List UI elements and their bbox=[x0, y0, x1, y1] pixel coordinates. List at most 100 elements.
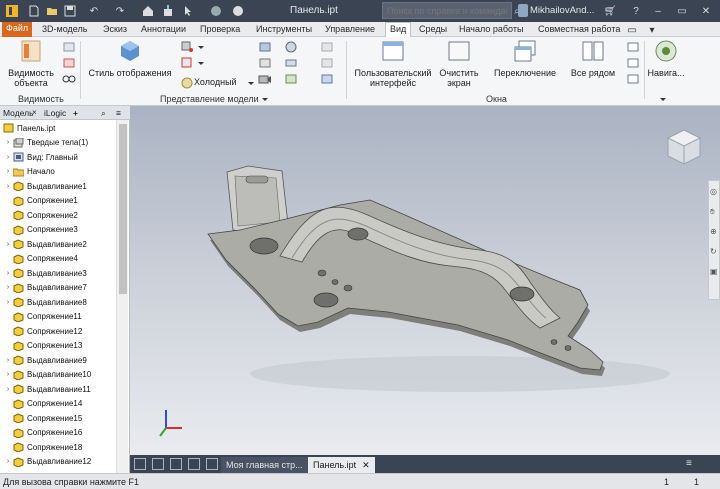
tile-windows-icon[interactable] bbox=[134, 458, 146, 470]
search-icon[interactable]: ⌕ bbox=[101, 108, 106, 119]
view-rep-icon[interactable] bbox=[320, 73, 334, 85]
reflections-icon[interactable] bbox=[180, 57, 194, 69]
tree-item[interactable]: › Выдавливание11 bbox=[0, 382, 116, 396]
switch-window-button[interactable]: Переключение bbox=[490, 39, 560, 78]
expand-arrow-icon[interactable]: › bbox=[4, 386, 12, 393]
expand-arrow-icon[interactable]: › bbox=[4, 284, 12, 291]
tree-item[interactable]: › Выдавливание3 bbox=[0, 266, 116, 280]
user-name[interactable]: MikhailovAnd... bbox=[530, 5, 594, 16]
tree-item[interactable]: › Твердые тела(1) bbox=[0, 136, 116, 150]
expand-arrow-icon[interactable]: › bbox=[4, 299, 12, 306]
ribbon-minimize-icon[interactable]: ▾ bbox=[644, 22, 660, 38]
navigation-button[interactable]: Навига... bbox=[646, 39, 686, 78]
tab-get-started[interactable]: Начало работы bbox=[459, 23, 523, 37]
user-interface-button[interactable]: Пользовательский интерфейс bbox=[352, 39, 434, 88]
tab-view[interactable]: Вид bbox=[385, 22, 412, 37]
ribbon-options-icon[interactable]: ▭ bbox=[624, 22, 640, 38]
undo-icon[interactable]: ↶ bbox=[86, 3, 102, 19]
tree-item[interactable]: Сопряжение13 bbox=[0, 339, 116, 353]
camera-icon[interactable] bbox=[258, 73, 272, 85]
ray-tracing-icon[interactable] bbox=[284, 41, 298, 53]
steering-wheel-icon[interactable]: ◎ bbox=[710, 187, 717, 196]
tab-file[interactable]: Файл bbox=[2, 22, 33, 37]
browser-scrollbar[interactable] bbox=[116, 120, 128, 473]
expand-arrow-icon[interactable]: › bbox=[4, 458, 12, 465]
tree-item[interactable]: Сопряжение1 bbox=[0, 194, 116, 208]
half-section-icon[interactable] bbox=[320, 57, 334, 69]
tree-item[interactable]: › Начало bbox=[0, 165, 116, 179]
arrange-windows-icon[interactable] bbox=[170, 458, 182, 470]
part-model[interactable] bbox=[130, 106, 720, 455]
tab-sketch[interactable]: Эскиз bbox=[103, 23, 127, 37]
select-icon[interactable] bbox=[180, 3, 196, 19]
material-icon[interactable] bbox=[208, 3, 224, 19]
display-style-button[interactable]: Стиль отображения bbox=[86, 39, 174, 78]
tree-item[interactable]: › Выдавливание10 bbox=[0, 368, 116, 382]
tile-vertical-icon[interactable] bbox=[188, 458, 200, 470]
tab-environments[interactable]: Среды bbox=[419, 23, 447, 37]
cascade-icon[interactable] bbox=[626, 73, 640, 85]
expand-arrow-icon[interactable]: › bbox=[4, 168, 12, 175]
tree-item[interactable]: › Выдавливание8 bbox=[0, 295, 116, 309]
tab-manage[interactable]: Управление bbox=[325, 23, 375, 37]
orthographic-icon[interactable] bbox=[258, 57, 272, 69]
graphics-window[interactable] bbox=[130, 106, 720, 455]
tab-inspect[interactable]: Проверка bbox=[200, 23, 240, 37]
appearance-override-icon[interactable] bbox=[320, 41, 334, 53]
orbit-icon[interactable]: ↻ bbox=[710, 247, 717, 256]
shadows-icon[interactable] bbox=[180, 41, 194, 53]
look-at-icon[interactable]: ▣ bbox=[710, 267, 718, 276]
tree-item[interactable]: Сопряжение12 bbox=[0, 324, 116, 338]
tree-item[interactable]: › Выдавливание7 bbox=[0, 281, 116, 295]
tab-menu-icon[interactable]: ≡ bbox=[686, 458, 692, 469]
cascade-windows-icon[interactable] bbox=[152, 458, 164, 470]
clean-screen-button[interactable]: Очистить экран bbox=[434, 39, 484, 88]
tree-item[interactable]: Сопряжение15 bbox=[0, 411, 116, 425]
minimize-icon[interactable]: – bbox=[650, 3, 666, 19]
save-icon[interactable] bbox=[62, 3, 78, 19]
close-icon[interactable]: ✕ bbox=[362, 460, 370, 470]
tree-item[interactable]: Сопряжение4 bbox=[0, 252, 116, 266]
redo-icon[interactable]: ↷ bbox=[112, 3, 128, 19]
expand-arrow-icon[interactable]: › bbox=[4, 371, 12, 378]
tab-3d-model[interactable]: 3D-модель bbox=[42, 23, 87, 37]
expand-arrow-icon[interactable]: › bbox=[4, 139, 12, 146]
tree-item[interactable]: › Выдавливание2 bbox=[0, 237, 116, 251]
expand-arrow-icon[interactable]: › bbox=[4, 183, 12, 190]
home-icon[interactable] bbox=[140, 3, 156, 19]
scrollbar-thumb[interactable] bbox=[119, 124, 127, 294]
tree-item[interactable]: Сопряжение11 bbox=[0, 310, 116, 324]
tab-ilogic[interactable]: iLogic bbox=[44, 108, 66, 118]
zoom-icon[interactable]: ⊕ bbox=[710, 227, 717, 236]
update-icon[interactable] bbox=[160, 3, 176, 19]
tab-model[interactable]: Модель bbox=[3, 108, 34, 118]
texture-icon[interactable] bbox=[284, 73, 298, 85]
tree-item[interactable]: › Выдавливание9 bbox=[0, 353, 116, 367]
tree-item[interactable]: › Вид: Главный bbox=[0, 150, 116, 164]
object-visibility-button[interactable]: Видимость объекта bbox=[4, 39, 58, 88]
cart-icon[interactable]: 🛒︎ bbox=[602, 3, 618, 19]
pan-icon[interactable]: ✋︎ bbox=[710, 207, 715, 217]
tree-item[interactable]: Сопряжение14 bbox=[0, 397, 116, 411]
tree-item[interactable]: › Выдавливание1 bbox=[0, 179, 116, 193]
close-icon[interactable]: × bbox=[32, 108, 37, 117]
expand-arrow-icon[interactable]: › bbox=[4, 154, 12, 161]
new-file-icon[interactable] bbox=[26, 3, 42, 19]
expand-arrow-icon[interactable]: › bbox=[4, 241, 12, 248]
tab-annotations[interactable]: Аннотации bbox=[141, 23, 186, 37]
close-icon[interactable]: ✕ bbox=[698, 3, 714, 19]
open-file-icon[interactable] bbox=[44, 3, 60, 19]
tree-item[interactable]: Панель.ipt bbox=[0, 121, 116, 135]
tree-item[interactable]: Сопряжение2 bbox=[0, 208, 116, 222]
glasses-icon[interactable] bbox=[62, 73, 76, 85]
visual-style-value[interactable]: Холодный bbox=[194, 77, 237, 87]
tab-collaborate[interactable]: Совместная работа bbox=[538, 23, 620, 37]
add-tab-button[interactable]: + bbox=[73, 108, 78, 118]
tree-item[interactable]: Сопряжение3 bbox=[0, 223, 116, 237]
show-icon[interactable] bbox=[62, 41, 76, 53]
document-list-icon[interactable] bbox=[206, 458, 218, 470]
help-search-input[interactable] bbox=[382, 2, 512, 19]
view-cube[interactable] bbox=[666, 129, 702, 165]
help-icon[interactable]: ? bbox=[628, 3, 644, 19]
section-view-icon[interactable] bbox=[258, 41, 272, 53]
